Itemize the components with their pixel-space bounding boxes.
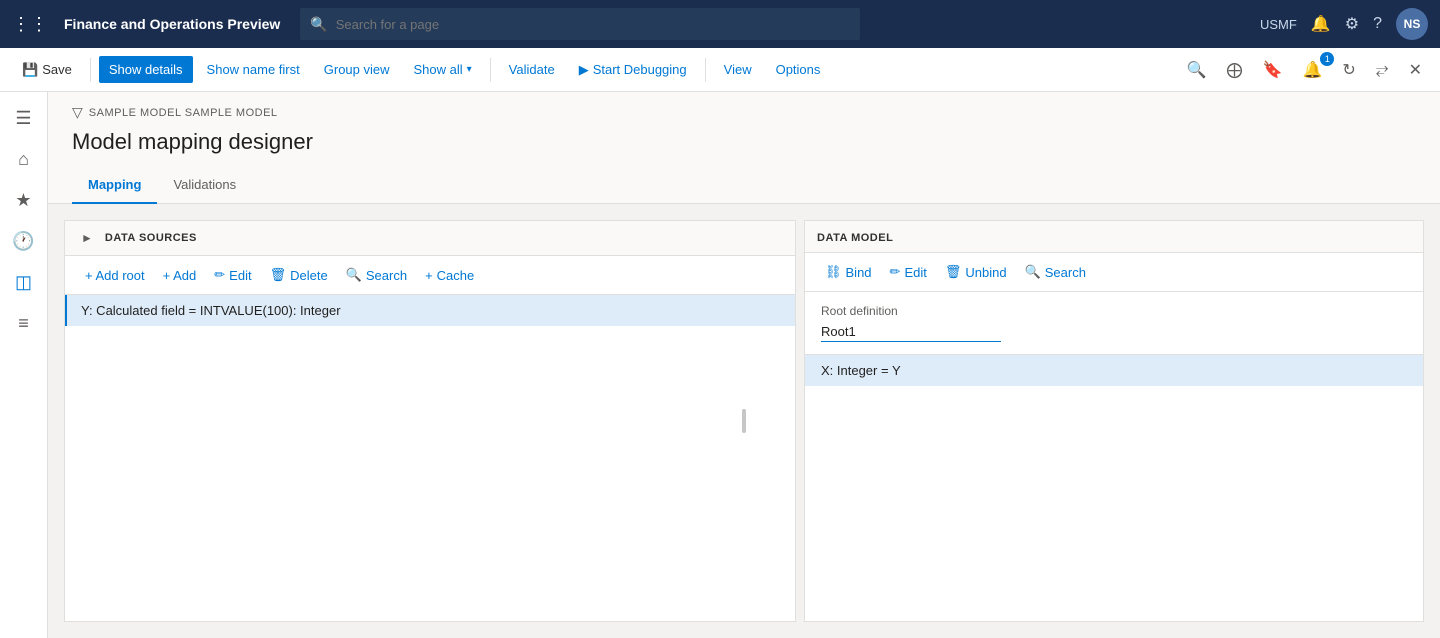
open-new-icon[interactable]: ⥂: [1370, 57, 1395, 83]
dm-edit-icon: ✏: [890, 264, 901, 280]
add-root-button[interactable]: + Add root: [77, 263, 153, 288]
edit-pencil-icon: ✏: [214, 267, 225, 283]
start-debugging-button[interactable]: ▶ Start Debugging: [569, 56, 697, 84]
panel-resize-handle[interactable]: [796, 204, 804, 638]
edit-button[interactable]: ✏ Edit: [206, 262, 259, 288]
left-sidebar: ☰ ⌂ ★ 🕐 ◫ ≡: [0, 92, 48, 638]
add-button[interactable]: + Add: [155, 263, 205, 288]
search-dm-icon: 🔍: [1025, 264, 1041, 280]
divider-1: [90, 58, 91, 82]
bookmark-icon[interactable]: 🔖: [1257, 56, 1289, 84]
dm-row-x-text: X: Integer = Y: [821, 363, 901, 378]
search-action-icon[interactable]: 🔍: [1181, 56, 1213, 84]
bind-button[interactable]: ⛓ Bind: [817, 259, 880, 285]
dm-panel-header: DATA MODEL: [805, 221, 1423, 253]
root-def-input[interactable]: [821, 322, 1001, 342]
dm-toolbar: ⛓ Bind ✏ Edit 🗑 Unbind 🔍 Search: [805, 253, 1423, 292]
search-bar[interactable]: 🔍: [300, 8, 860, 40]
connect-icon[interactable]: ⨁: [1221, 56, 1249, 84]
dm-edit-button[interactable]: ✏ Edit: [882, 259, 935, 285]
app-title: Finance and Operations Preview: [64, 16, 280, 32]
show-name-first-button[interactable]: Show name first: [197, 56, 310, 83]
data-sources-panel: ► DATA SOURCES + Add root + Add ✏ Edit 🗑…: [64, 220, 796, 622]
show-details-button[interactable]: Show details: [99, 56, 193, 83]
delete-button[interactable]: 🗑 Delete: [262, 262, 336, 288]
action-bar-right: 🔍 ⨁ 🔖 🔔 1 ↻ ⥂ ✕: [1181, 56, 1428, 84]
root-def-label: Root definition: [821, 304, 1407, 318]
recent-icon[interactable]: 🕐: [4, 223, 42, 260]
trash-icon: 🗑: [270, 267, 287, 283]
action-bar: 💾 Save Show details Show name first Grou…: [0, 48, 1440, 92]
dm-row-x[interactable]: X: Integer = Y: [805, 355, 1423, 386]
group-view-button[interactable]: Group view: [314, 56, 400, 83]
home-icon[interactable]: ⌂: [10, 141, 37, 178]
bind-icon: ⛓: [825, 264, 842, 280]
data-model-panel: DATA MODEL ⛓ Bind ✏ Edit 🗑 Unbind: [804, 220, 1424, 622]
tabs-bar: Mapping Validations: [48, 167, 1440, 204]
page-title: Model mapping designer: [72, 129, 1416, 155]
notification-badge-area: 🔔 1: [1296, 56, 1328, 84]
help-icon[interactable]: ?: [1373, 15, 1382, 33]
designer-area: ► DATA SOURCES + Add root + Add ✏ Edit 🗑…: [48, 204, 1440, 638]
refresh-icon[interactable]: ↻: [1336, 56, 1361, 84]
avatar[interactable]: NS: [1396, 8, 1428, 40]
top-nav-right: USMF 🔔 ⚙ ? NS: [1260, 8, 1428, 40]
search-dm-button[interactable]: 🔍 Search: [1017, 259, 1094, 285]
validate-button[interactable]: Validate: [499, 56, 565, 83]
menu-icon[interactable]: ☰: [7, 100, 39, 137]
resize-bar: [742, 409, 746, 433]
search-icon-nav: 🔍: [310, 16, 327, 33]
unbind-button[interactable]: 🗑 Unbind: [937, 259, 1015, 285]
save-button[interactable]: 💾 Save: [12, 56, 82, 84]
divider-3: [705, 58, 706, 82]
dm-content: X: Integer = Y: [805, 355, 1423, 621]
collapse-button[interactable]: ►: [77, 229, 97, 247]
divider-2: [490, 58, 491, 82]
filter-icon[interactable]: ▽: [72, 104, 83, 121]
debug-icon: ▶: [579, 62, 589, 78]
show-all-button[interactable]: Show all ▾: [404, 56, 482, 83]
favorites-icon[interactable]: ★: [7, 182, 39, 219]
user-label: USMF: [1260, 17, 1297, 32]
ds-content: Y: Calculated field = INTVALUE(100): Int…: [65, 295, 795, 621]
top-nav-bar: ⋮⋮ Finance and Operations Preview 🔍 USMF…: [0, 0, 1440, 48]
main-layout: ☰ ⌂ ★ 🕐 ◫ ≡ ▽ SAMPLE MODEL SAMPLE MODEL …: [0, 92, 1440, 638]
unbind-icon: 🗑: [945, 264, 962, 280]
grid-icon[interactable]: ⋮⋮: [12, 14, 48, 35]
options-button[interactable]: Options: [766, 56, 831, 83]
page-title-area: Model mapping designer: [48, 125, 1440, 167]
workspace-icon[interactable]: ◫: [7, 264, 40, 301]
cache-button[interactable]: + Cache: [417, 263, 482, 288]
bell-icon[interactable]: 🔔: [1311, 14, 1331, 34]
tab-mapping[interactable]: Mapping: [72, 167, 157, 204]
root-definition-section: Root definition: [805, 292, 1423, 355]
save-disk-icon: 💾: [22, 62, 38, 78]
ds-toolbar: + Add root + Add ✏ Edit 🗑 Delete 🔍 Searc…: [65, 256, 795, 295]
list-icon[interactable]: ≡: [10, 305, 37, 342]
cache-plus-icon: +: [425, 268, 433, 283]
close-icon[interactable]: ✕: [1403, 56, 1428, 84]
badge-count: 1: [1320, 52, 1334, 66]
content-area: ▽ SAMPLE MODEL SAMPLE MODEL Model mappin…: [48, 92, 1440, 638]
gear-icon[interactable]: ⚙: [1345, 14, 1359, 34]
ds-panel-header: ► DATA SOURCES: [65, 221, 795, 256]
ds-row-y[interactable]: Y: Calculated field = INTVALUE(100): Int…: [65, 295, 795, 326]
search-input[interactable]: [336, 17, 851, 32]
breadcrumb-text: SAMPLE MODEL SAMPLE MODEL: [89, 107, 278, 119]
search-ds-button[interactable]: 🔍 Search: [338, 262, 415, 288]
dm-section-title: DATA MODEL: [817, 232, 893, 244]
show-all-chevron-icon: ▾: [467, 64, 472, 75]
view-button[interactable]: View: [714, 56, 762, 83]
ds-row-y-text: Y: Calculated field = INTVALUE(100): Int…: [81, 303, 341, 318]
search-ds-icon: 🔍: [346, 267, 362, 283]
tab-validations[interactable]: Validations: [157, 167, 252, 204]
ds-section-title: DATA SOURCES: [105, 232, 197, 244]
breadcrumb: ▽ SAMPLE MODEL SAMPLE MODEL: [48, 92, 1440, 125]
